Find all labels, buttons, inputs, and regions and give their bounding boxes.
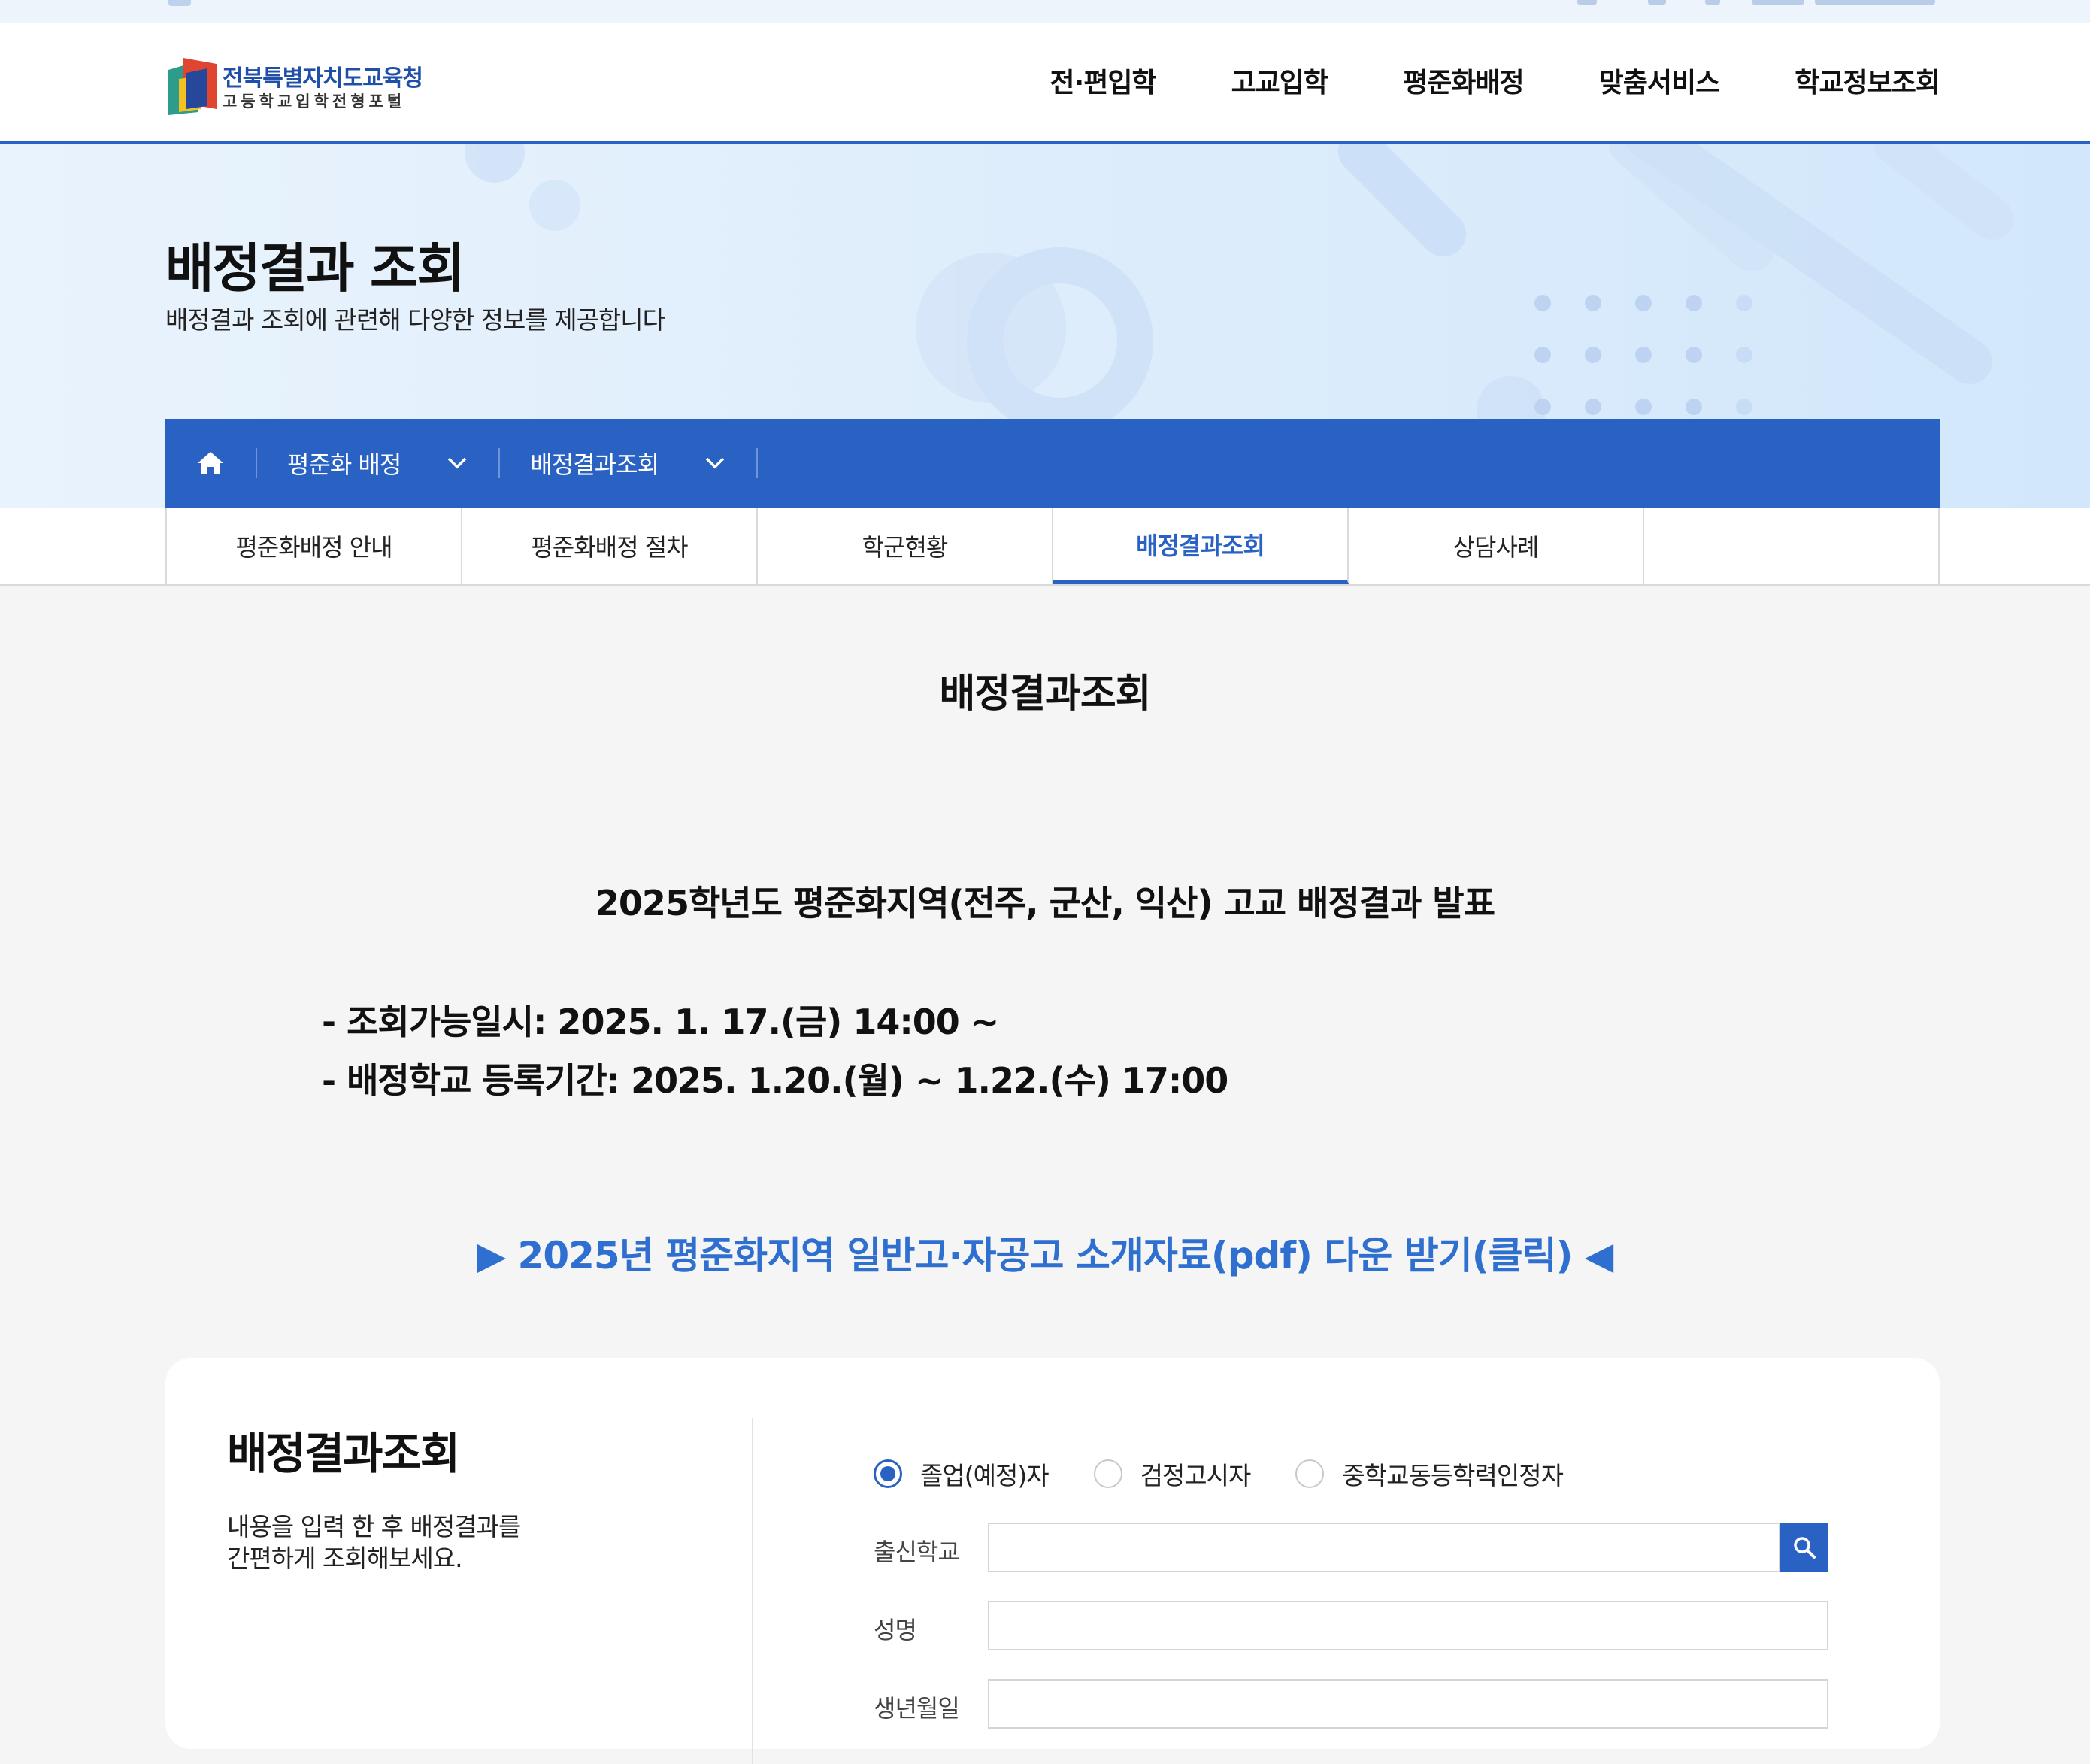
notice-title: 2025학년도 평준화지역(전주, 군산, 익산) 고교 배정결과 발표	[595, 883, 1495, 923]
nav-custom-service[interactable]: 맞춤서비스	[1599, 61, 1721, 100]
location-dropdown-level1[interactable]: 평준화 배정	[257, 419, 498, 508]
card-description: 내용을 입력 한 후 배정결과를 간편하게 조회해보세요.	[227, 1512, 521, 1573]
location-divider	[756, 448, 759, 478]
school-search-button[interactable]	[1780, 1523, 1828, 1572]
utility-bar	[0, 0, 2090, 23]
birth-label: 생년월일	[874, 1694, 960, 1723]
tab-school-district[interactable]: 학군현황	[758, 508, 1053, 584]
radio-equivalent[interactable]: 중학교동등학력인정자	[1295, 1456, 1564, 1492]
home-link[interactable]	[165, 419, 256, 508]
radio-equivalent-label: 중학교동등학력인정자	[1342, 1461, 1564, 1490]
logo-mark-icon	[168, 58, 217, 115]
nav-equalization[interactable]: 평준화배정	[1403, 61, 1525, 100]
utility-fragment	[168, 0, 191, 6]
nav-highschool-admission[interactable]: 고교입학	[1231, 61, 1328, 100]
notice-line-inquiry-date: - 조회가능일시: 2025. 1. 17.(금) 14:00 ~	[322, 1002, 999, 1042]
utility-links	[1577, 0, 1938, 6]
location-dropdown-level2[interactable]: 배정결과조회	[500, 419, 756, 508]
radio-indicator	[1295, 1459, 1325, 1488]
name-input[interactable]	[988, 1601, 1828, 1650]
birth-input[interactable]	[988, 1679, 1828, 1729]
school-row: 출신학교	[874, 1523, 1851, 1572]
logo-text-main: 전북특별자치도교육청	[223, 65, 423, 92]
main-nav: 전·편입학 고교입학 평준화배정 맞춤서비스 학교정보조회	[1050, 61, 1940, 100]
radio-graduate[interactable]: 졸업(예정)자	[874, 1456, 1050, 1492]
tab-assignment-result[interactable]: 배정결과조회	[1053, 508, 1349, 584]
radio-ged[interactable]: 검정고시자	[1093, 1456, 1252, 1492]
location-level2-label: 배정결과조회	[530, 450, 659, 479]
applicant-type-group: 졸업(예정)자 검정고시자 중학교동등학력인정자	[874, 1456, 1608, 1492]
nav-transfer[interactable]: 전·편입학	[1050, 61, 1156, 100]
chevron-down-icon	[448, 457, 467, 469]
sub-tabs: 평준화배정 안내 평준화배정 절차 학군현황 배정결과조회 상담사례	[0, 508, 2090, 586]
radio-graduate-label: 졸업(예정)자	[920, 1461, 1050, 1490]
radio-indicator	[874, 1459, 902, 1488]
radio-ged-label: 검정고시자	[1140, 1461, 1252, 1490]
chevron-down-icon	[705, 457, 725, 469]
tab-equalization-guide[interactable]: 평준화배정 안내	[167, 508, 462, 584]
tab-equalization-procedure[interactable]: 평준화배정 절차	[462, 508, 758, 584]
search-icon	[1794, 1537, 1816, 1559]
content-heading: 배정결과조회	[939, 671, 1151, 717]
location-bar: 평준화 배정 배정결과조회	[165, 419, 1940, 508]
card-title: 배정결과조회	[227, 1428, 460, 1479]
name-label: 성명	[874, 1616, 917, 1644]
notice-line-registration-period: - 배정학교 등록기간: 2025. 1.20.(월) ~ 1.22.(수) 1…	[322, 1060, 1228, 1101]
site-logo[interactable]: 전북특별자치도교육청 고등학교입학전형포털	[164, 53, 435, 118]
page-title: 배정결과 조회	[165, 238, 465, 299]
name-row: 성명	[874, 1601, 1851, 1650]
birth-row: 생년월일	[874, 1679, 1851, 1729]
school-input[interactable]	[988, 1523, 1780, 1572]
page-subtitle: 배정결과 조회에 관련해 다양한 정보를 제공합니다	[165, 305, 665, 335]
pdf-download-link[interactable]: ▶ 2025년 평준화지역 일반고·자공고 소개자료(pdf) 다운 받기(클릭…	[0, 1226, 2090, 1280]
logo-text-sub: 고등학교입학전형포털	[223, 92, 406, 111]
card-divider	[752, 1418, 753, 1764]
home-icon	[198, 452, 223, 474]
site-header: 전북특별자치도교육청 고등학교입학전형포털 전·편입학 고교입학 평준화배정 맞…	[0, 23, 2090, 144]
tab-counseling-cases[interactable]: 상담사례	[1349, 508, 1644, 584]
tab-empty	[1644, 508, 1940, 584]
nav-school-info[interactable]: 학교정보조회	[1795, 61, 1940, 100]
location-level1-label: 평준화 배정	[287, 450, 401, 479]
radio-indicator	[1093, 1459, 1122, 1488]
card-intro: 배정결과조회 내용을 입력 한 후 배정결과를 간편하게 조회해보세요.	[227, 1418, 753, 1575]
school-label: 출신학교	[874, 1538, 960, 1566]
assignment-query-card: 배정결과조회 내용을 입력 한 후 배정결과를 간편하게 조회해보세요. 졸업(…	[165, 1358, 1940, 1764]
